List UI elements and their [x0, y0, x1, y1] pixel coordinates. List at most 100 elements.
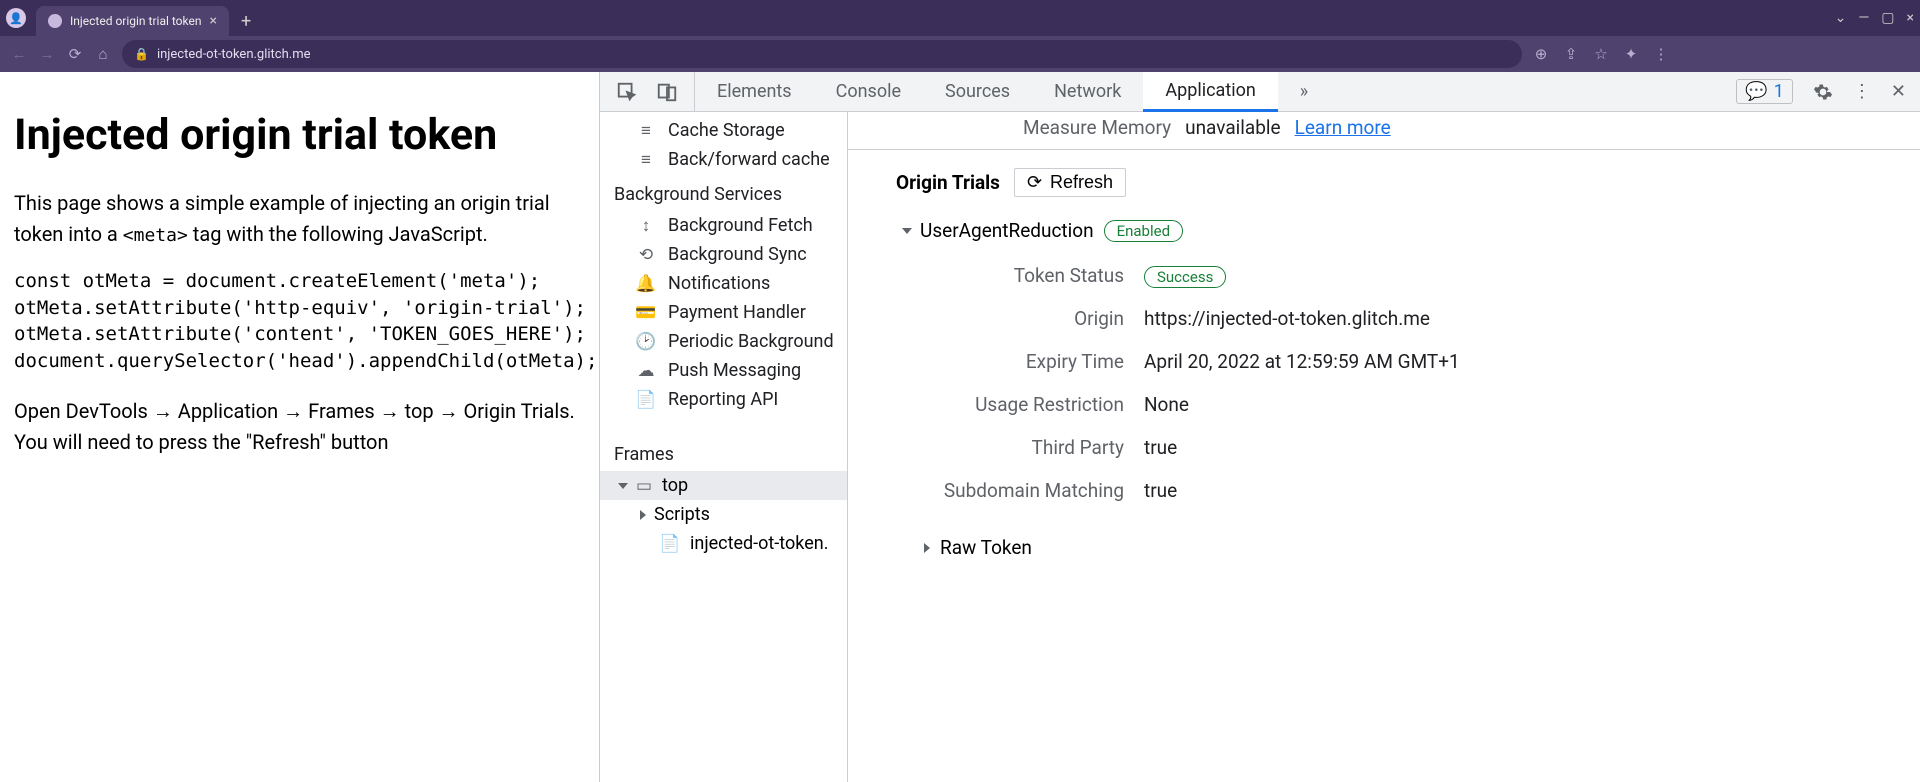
sync-icon: ⟲ — [636, 245, 656, 265]
mm-label: Measure Memory — [1023, 116, 1171, 139]
sidebar-bg-fetch[interactable]: ↕ Background Fetch — [600, 211, 847, 240]
sidebar-label: Periodic Background — [668, 331, 834, 352]
raw-token-row[interactable]: Raw Token — [848, 522, 1920, 569]
new-tab-button[interactable]: + — [241, 11, 251, 32]
expiry-value: April 20, 2022 at 12:59:59 AM GMT+1 — [1144, 350, 1460, 373]
sidebar-group-bg: Background Services — [600, 174, 847, 211]
token-status-label: Token Status — [904, 264, 1144, 287]
home-icon[interactable]: ⌂ — [94, 45, 112, 63]
sidebar-notifications[interactable]: 🔔 Notifications — [600, 269, 847, 298]
extensions-icon[interactable]: ✦ — [1622, 45, 1640, 63]
close-devtools-icon[interactable]: ✕ — [1891, 81, 1906, 102]
devtools-tabbar: Elements Console Sources Network Applica… — [600, 72, 1920, 112]
usage-value: None — [1144, 393, 1189, 416]
window-icon: ▭ — [634, 476, 654, 496]
refresh-icon: ⟳ — [1027, 172, 1042, 193]
sidebar-label: Push Messaging — [668, 360, 801, 381]
triangle-right-icon — [924, 543, 930, 553]
omnibox[interactable]: 🔒 injected-ot-token.glitch.me — [122, 40, 1522, 68]
minimize-icon[interactable]: — — [1858, 10, 1869, 26]
fetch-icon: ↕ — [636, 216, 656, 236]
sidebar-bg-sync[interactable]: ⟲ Background Sync — [600, 240, 847, 269]
issues-count: 1 — [1774, 81, 1784, 102]
kebab-icon[interactable]: ⋮ — [1853, 81, 1871, 102]
expiry-label: Expiry Time — [904, 350, 1144, 373]
third-party-value: true — [1144, 436, 1177, 459]
device-toggle-icon[interactable] — [656, 81, 678, 103]
sidebar-scripts[interactable]: Scripts — [600, 500, 847, 529]
intro-paragraph: This page shows a simple example of inje… — [14, 188, 585, 250]
sidebar-group-frames: Frames — [600, 434, 847, 471]
third-party-label: Third Party — [904, 436, 1144, 459]
sidebar-file[interactable]: 📄 injected-ot-token. — [600, 529, 847, 558]
tab-title: Injected origin trial token — [70, 14, 201, 28]
sidebar-label: top — [662, 475, 688, 496]
bookmark-icon[interactable]: ☆ — [1592, 45, 1610, 63]
close-window-icon[interactable]: × — [1907, 10, 1914, 26]
chevron-down-icon[interactable]: ⌄ — [1835, 10, 1847, 26]
tabs-overflow[interactable]: » — [1278, 72, 1330, 111]
learn-more-link[interactable]: Learn more — [1295, 116, 1391, 139]
sidebar-push[interactable]: ☁ Push Messaging — [600, 356, 847, 385]
sidebar-reporting[interactable]: 📄Reporting API — [600, 385, 847, 414]
back-icon[interactable]: ← — [10, 45, 28, 63]
window-controls: ⌄ — ▢ × — [1835, 10, 1914, 26]
tab-elements[interactable]: Elements — [695, 72, 814, 111]
mm-value: unavailable — [1185, 116, 1281, 139]
sidebar-frame-top[interactable]: ▭ top — [600, 471, 847, 500]
reload-icon[interactable]: ⟳ — [66, 45, 84, 63]
subdomain-value: true — [1144, 479, 1177, 502]
database-icon: ≡ — [636, 121, 656, 141]
menu-icon[interactable]: ⋮ — [1652, 45, 1670, 63]
sidebar-cache-storage[interactable]: ≡ Cache Storage — [600, 116, 847, 145]
code-block: const otMeta = document.createElement('m… — [14, 268, 585, 374]
instructions: Open DevTools → Application → Frames → t… — [14, 396, 585, 458]
browser-tab[interactable]: Injected origin trial token × — [36, 6, 229, 36]
sidebar-label: Background Fetch — [668, 215, 813, 236]
maximize-icon[interactable]: ▢ — [1881, 10, 1894, 26]
tab-sources[interactable]: Sources — [923, 72, 1032, 111]
meta-code: <meta> — [123, 225, 188, 246]
intro-text-2: tag with the following JavaScript. — [188, 222, 488, 246]
subdomain-label: Subdomain Matching — [904, 479, 1144, 502]
tab-network[interactable]: Network — [1032, 72, 1143, 111]
tab-application[interactable]: Application — [1143, 72, 1277, 112]
sidebar-bf-cache[interactable]: ≡ Back/forward cache — [600, 145, 847, 174]
triangle-right-icon — [640, 510, 646, 520]
raw-token-label: Raw Token — [940, 536, 1032, 559]
page-title: Injected origin trial token — [14, 110, 585, 160]
sidebar-label: Back/forward cache — [668, 149, 830, 170]
trial-name: UserAgentReduction — [920, 219, 1094, 242]
share-icon[interactable]: ⇪ — [1562, 45, 1580, 63]
forward-icon[interactable]: → — [38, 45, 56, 63]
trial-row[interactable]: UserAgentReduction Enabled — [848, 203, 1920, 252]
measure-memory-row: Measure Memory unavailable Learn more — [1003, 112, 1920, 149]
bell-icon: 🔔 — [636, 274, 656, 294]
workspace: Injected origin trial token This page sh… — [0, 72, 1920, 782]
issues-button[interactable]: 💬 1 — [1736, 79, 1793, 104]
sidebar-label: Notifications — [668, 273, 770, 294]
titlebar: 👤 Injected origin trial token × + ⌄ — ▢ … — [0, 0, 1920, 36]
trial-details: Token Status Success Origin https://inje… — [848, 252, 1920, 522]
origin-trials-heading: Origin Trials — [896, 171, 1000, 194]
sidebar-label: Background Sync — [668, 244, 807, 265]
gear-icon[interactable] — [1813, 82, 1833, 102]
triangle-down-icon — [902, 228, 912, 234]
inspect-icon[interactable] — [616, 81, 638, 103]
favicon-icon — [48, 14, 62, 28]
sidebar-payment[interactable]: 💳Payment Handler — [600, 298, 847, 327]
cloud-icon: ☁ — [636, 361, 656, 381]
profile-avatar[interactable]: 👤 — [6, 8, 26, 28]
close-tab-icon[interactable]: × — [209, 13, 216, 29]
zoom-icon[interactable]: ⊕ — [1532, 45, 1550, 63]
sidebar-periodic[interactable]: 🕑Periodic Background — [600, 327, 847, 356]
issues-icon: 💬 — [1745, 81, 1767, 102]
database-icon: ≡ — [636, 150, 656, 170]
url-text: injected-ot-token.glitch.me — [157, 47, 311, 62]
origin-label: Origin — [904, 307, 1144, 330]
refresh-button[interactable]: ⟳ Refresh — [1014, 168, 1126, 197]
sidebar-label: injected-ot-token. — [690, 533, 828, 554]
usage-label: Usage Restriction — [904, 393, 1144, 416]
tab-console[interactable]: Console — [814, 72, 923, 111]
sidebar-label: Cache Storage — [668, 120, 785, 141]
